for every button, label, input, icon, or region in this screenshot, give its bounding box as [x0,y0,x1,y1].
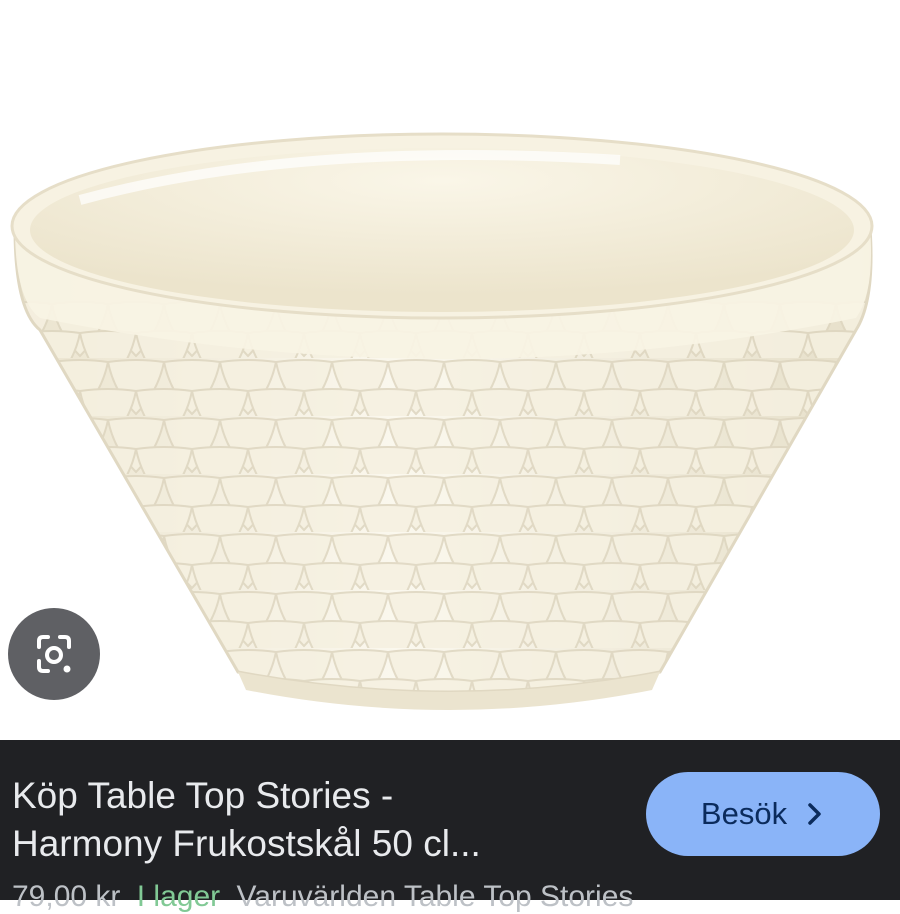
result-meta-line: 79,00 kr I lager Varuvärlden Table Top S… [12,880,900,914]
source-name: Varuvärlden Table Top Stories [236,880,634,913]
price-text: 79,00 kr [12,880,121,913]
visit-button[interactable]: Besök [646,772,880,856]
google-lens-icon [37,635,71,673]
product-image-area[interactable] [0,0,900,740]
product-image[interactable] [0,0,900,740]
result-title[interactable]: Köp Table Top Stories - Harmony Frukosts… [12,772,612,868]
chevron-right-icon [805,801,825,827]
stock-status: I lager [136,880,221,913]
visit-button-label: Besök [700,796,788,831]
result-info-panel: Köp Table Top Stories - Harmony Frukosts… [0,740,900,900]
google-lens-button[interactable] [8,608,100,700]
